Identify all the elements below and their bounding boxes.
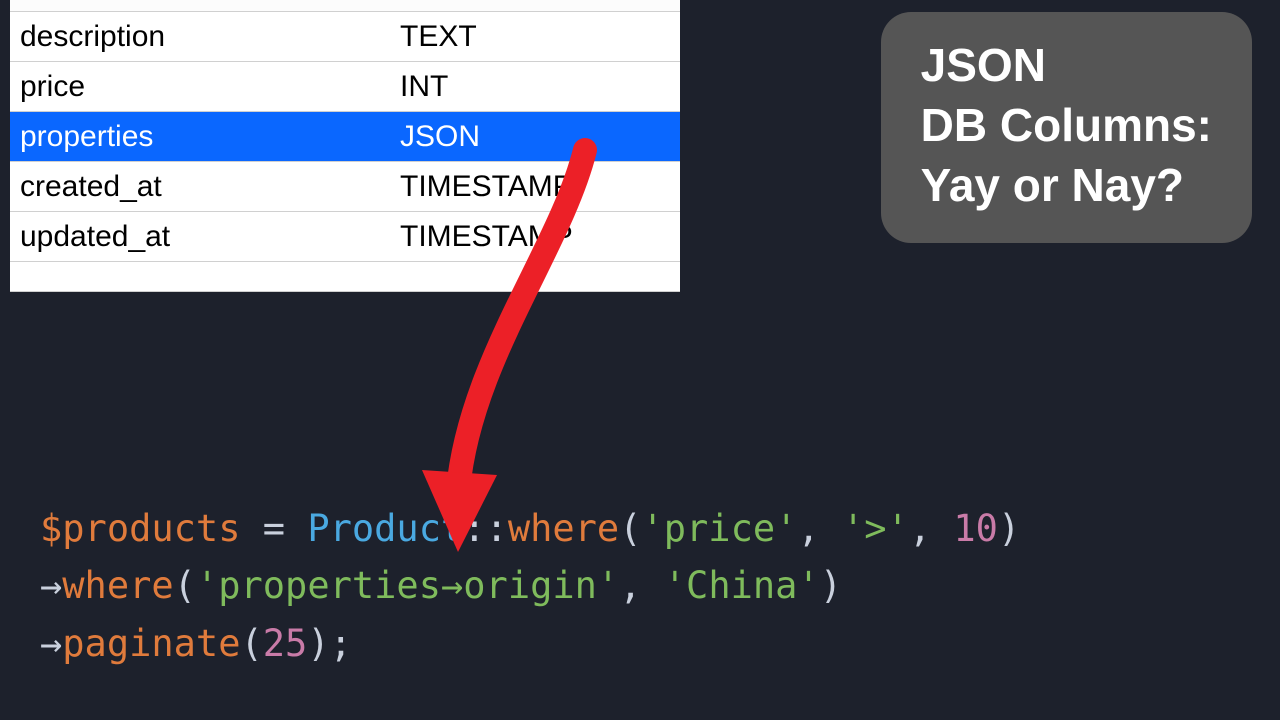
title-card: JSON DB Columns: Yay or Nay? <box>881 12 1252 243</box>
column-name: description <box>10 12 390 61</box>
code-class: Product <box>307 507 463 550</box>
code-line: →paginate(25); <box>40 615 1020 672</box>
code-paren: ) <box>820 564 842 607</box>
table-row[interactable]: created_at TIMESTAMP <box>10 162 680 212</box>
code-method: where <box>62 564 173 607</box>
column-type: INT <box>390 62 680 111</box>
table-row[interactable]: updated_at TIMESTAMP <box>10 212 680 262</box>
schema-footer-spacer <box>10 262 680 292</box>
code-comma: , <box>909 507 954 550</box>
column-name: price <box>10 62 390 111</box>
title-line: Yay or Nay? <box>921 156 1212 216</box>
table-row[interactable]: price INT <box>10 62 680 112</box>
code-string: 'properties→origin' <box>196 564 619 607</box>
code-arrow: → <box>40 622 62 665</box>
column-type: TIMESTAMP <box>390 212 680 261</box>
title-line: JSON <box>921 36 1212 96</box>
code-number: 25 <box>263 622 308 665</box>
column-name: properties <box>10 112 390 161</box>
code-paren: ( <box>619 507 641 550</box>
schema-table: description TEXT price INT properties JS… <box>10 0 680 292</box>
code-comma: , <box>619 564 664 607</box>
code-variable: $products <box>40 507 240 550</box>
code-string: '>' <box>842 507 909 550</box>
code-comma: , <box>797 507 842 550</box>
column-type: TEXT <box>390 12 680 61</box>
code-paren: ) <box>998 507 1020 550</box>
column-type: JSON <box>390 112 680 161</box>
table-row[interactable]: description TEXT <box>10 12 680 62</box>
code-method: where <box>508 507 619 550</box>
code-paren: ( <box>241 622 263 665</box>
code-string: 'price' <box>641 507 797 550</box>
code-method: paginate <box>62 622 240 665</box>
column-type: TIMESTAMP <box>390 162 680 211</box>
code-number: 10 <box>953 507 998 550</box>
code-arrow: → <box>40 564 62 607</box>
code-paren: ( <box>174 564 196 607</box>
code-block: $products = Product::where('price', '>',… <box>40 500 1020 672</box>
code-line: $products = Product::where('price', '>',… <box>40 500 1020 557</box>
column-name: created_at <box>10 162 390 211</box>
schema-header-spacer <box>10 0 680 12</box>
table-row-selected[interactable]: properties JSON <box>10 112 680 162</box>
title-line: DB Columns: <box>921 96 1212 156</box>
code-paren: ); <box>307 622 352 665</box>
code-line: →where('properties→origin', 'China') <box>40 557 1020 614</box>
code-scope-op: :: <box>463 507 508 550</box>
code-string: 'China' <box>664 564 820 607</box>
code-operator: = <box>240 507 307 550</box>
column-name: updated_at <box>10 212 390 261</box>
